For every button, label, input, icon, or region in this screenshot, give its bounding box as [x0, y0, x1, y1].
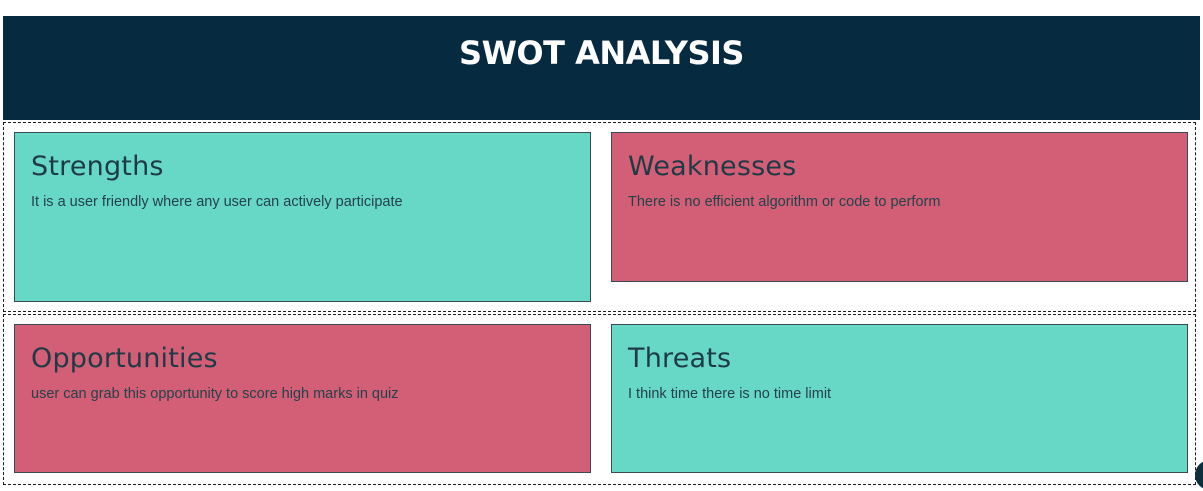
weaknesses-title: Weaknesses [628, 151, 797, 182]
opportunities-card: Opportunities user can grab this opportu… [14, 324, 591, 473]
threats-title: Threats [628, 343, 732, 374]
strengths-card: Strengths It is a user friendly where an… [14, 132, 591, 302]
opportunities-text: user can grab this opportunity to score … [31, 386, 399, 402]
swot-page: SWOT ANALYSIS Strengths It is a user fri… [0, 0, 1203, 491]
chat-widget-button[interactable] [1195, 460, 1203, 490]
strengths-text: It is a user friendly where any user can… [31, 194, 403, 210]
threats-text: I think time there is no time limit [628, 386, 832, 402]
swot-header: SWOT ANALYSIS [3, 16, 1200, 120]
weaknesses-card: Weaknesses There is no efficient algorit… [611, 132, 1188, 282]
weaknesses-text: There is no efficient algorithm or code … [628, 194, 941, 210]
threats-card: Threats I think time there is no time li… [611, 324, 1188, 473]
strengths-title: Strengths [31, 151, 164, 182]
opportunities-title: Opportunities [31, 343, 218, 374]
page-title: SWOT ANALYSIS [459, 34, 744, 72]
